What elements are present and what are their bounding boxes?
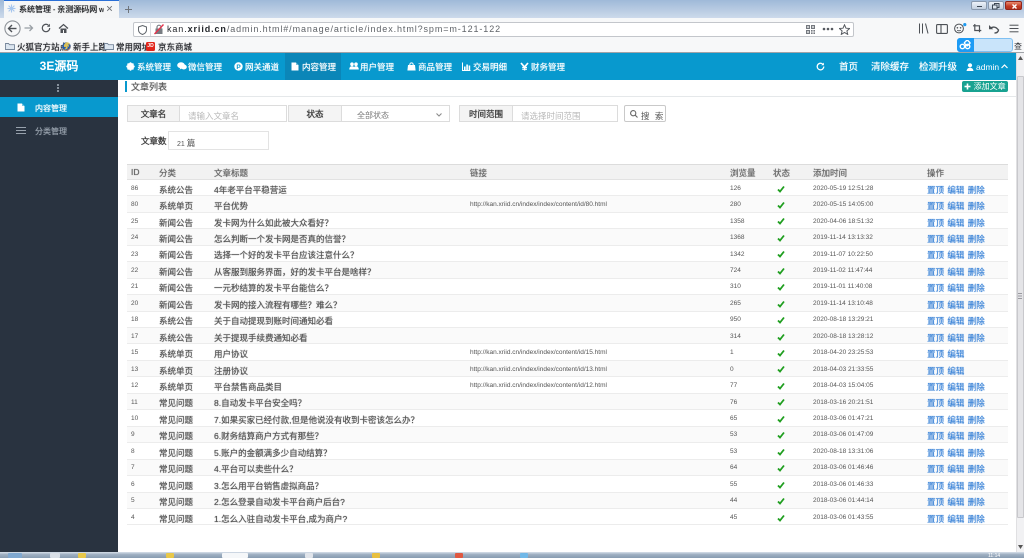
- svg-text:P: P: [236, 64, 241, 71]
